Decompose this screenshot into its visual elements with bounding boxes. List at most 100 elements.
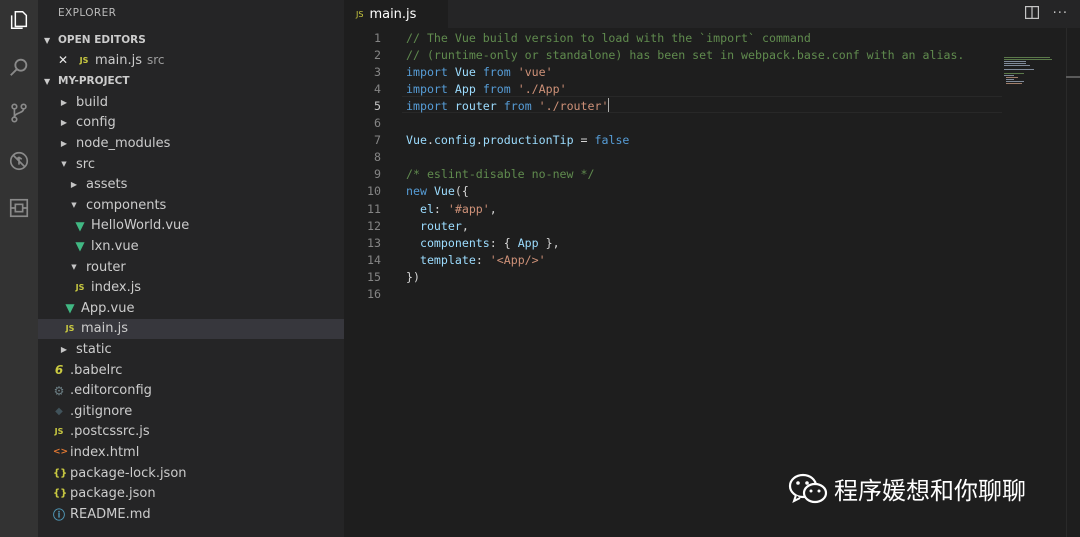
tab-bar: JS main.js ··· bbox=[344, 0, 1080, 28]
close-icon[interactable]: ✕ bbox=[57, 53, 69, 67]
line-number: 3 bbox=[374, 65, 381, 80]
tree-item[interactable]: ⓘ README.md bbox=[38, 504, 344, 525]
code-token: App bbox=[517, 235, 539, 250]
code-token: productionTip bbox=[482, 133, 574, 148]
tree-item[interactable]: 6 .babelrc bbox=[38, 360, 344, 381]
chevron-right-icon: ▶ bbox=[60, 138, 68, 148]
code-line: 13 components: { App }, bbox=[344, 235, 1004, 252]
code-token: false bbox=[594, 133, 630, 148]
tree-item[interactable]: ◆ .gitignore bbox=[38, 401, 344, 422]
json-file-icon: {} bbox=[53, 467, 68, 479]
tree-item[interactable]: ▼ lxn.vue bbox=[38, 236, 344, 257]
line-number: 6 bbox=[374, 116, 381, 131]
tree-item[interactable]: ▼ router bbox=[38, 257, 344, 278]
extensions-icon[interactable] bbox=[0, 190, 38, 226]
debug-icon[interactable] bbox=[0, 143, 38, 179]
code-line: 7 Vue.config.productionTip = false bbox=[344, 132, 1004, 149]
code-token: import bbox=[406, 82, 448, 97]
code-editor[interactable]: 1 // The Vue build version to load with t… bbox=[344, 28, 1080, 537]
code-line: 16 bbox=[344, 286, 1004, 303]
tree-item[interactable]: JS main.js bbox=[38, 318, 344, 340]
code-token: , bbox=[461, 218, 469, 233]
minimap[interactable] bbox=[1004, 56, 1052, 86]
line-number: 7 bbox=[374, 133, 381, 148]
tree-item-label: package.json bbox=[70, 486, 156, 502]
code-token: './App' bbox=[517, 82, 567, 97]
line-number: 4 bbox=[374, 82, 381, 97]
open-editor-name: main.js bbox=[95, 52, 142, 68]
open-editor-path: src bbox=[147, 53, 165, 68]
source-control-icon[interactable] bbox=[0, 95, 38, 131]
tree-item[interactable]: ⚙ .editorconfig bbox=[38, 380, 344, 401]
tree-item-label: index.js bbox=[91, 280, 142, 296]
code-token: : { bbox=[489, 235, 518, 250]
tree-item-label: main.js bbox=[81, 321, 128, 337]
chevron-down-icon: ▼ bbox=[44, 76, 51, 86]
code-line: 1 // The Vue build version to load with t… bbox=[344, 30, 1004, 47]
tree-item[interactable]: {} package.json bbox=[38, 483, 344, 504]
line-number: 12 bbox=[367, 218, 381, 233]
explorer-sidebar: EXPLORER ▼ OPEN EDITORS ✕ JS main.js src… bbox=[38, 0, 344, 537]
tree-item-label: static bbox=[76, 341, 112, 357]
line-number: 2 bbox=[374, 48, 381, 63]
code-token: , bbox=[489, 201, 497, 216]
tree-item[interactable]: ▼ HelloWorld.vue bbox=[38, 216, 344, 237]
code-line: 15}) bbox=[344, 269, 1004, 286]
code-line: 12 router, bbox=[344, 218, 1004, 235]
tree-item[interactable]: ▼ src bbox=[38, 154, 344, 175]
code-token: : bbox=[475, 252, 490, 267]
project-header[interactable]: ▼ MY-PROJECT bbox=[38, 71, 344, 91]
tree-item[interactable]: JS index.js bbox=[38, 277, 344, 298]
tree-item[interactable]: {} package-lock.json bbox=[38, 463, 344, 484]
explorer-title: EXPLORER bbox=[58, 7, 117, 19]
split-editor-icon[interactable] bbox=[1024, 6, 1039, 23]
vertical-scrollbar[interactable] bbox=[1066, 28, 1080, 537]
tree-item[interactable]: JS .postcssrc.js bbox=[38, 422, 344, 443]
tree-item-label: .babelrc bbox=[70, 362, 123, 378]
code-token: /* eslint-disable no-new */ bbox=[406, 167, 595, 182]
tree-item[interactable]: ▼ components bbox=[38, 195, 344, 216]
chevron-right-icon: ▶ bbox=[60, 118, 68, 128]
code-token: from bbox=[482, 65, 511, 80]
more-actions-icon[interactable]: ··· bbox=[1053, 6, 1068, 23]
chevron-right-icon: ▶ bbox=[60, 97, 68, 107]
code-token: // The Vue build version to load with th… bbox=[406, 31, 811, 45]
tree-item[interactable]: ▶ node_modules bbox=[38, 133, 344, 154]
tree-item-label: .gitignore bbox=[70, 403, 133, 419]
line-number: 8 bbox=[374, 150, 381, 165]
wechat-logo-icon bbox=[788, 473, 828, 503]
tree-item[interactable]: <> index.html bbox=[38, 442, 344, 463]
code-token: = bbox=[573, 133, 595, 148]
open-editors-header[interactable]: ▼ OPEN EDITORS bbox=[38, 30, 344, 50]
line-number: 5 bbox=[374, 99, 381, 114]
files-icon[interactable] bbox=[0, 2, 38, 38]
line-number: 11 bbox=[367, 201, 381, 216]
tree-item[interactable]: ▼ App.vue bbox=[38, 298, 344, 319]
babel-file-icon: 6 bbox=[54, 363, 64, 378]
cursor-marker bbox=[1066, 76, 1080, 78]
search-icon[interactable] bbox=[0, 49, 38, 85]
code-token: router bbox=[406, 218, 462, 233]
code-token: components bbox=[406, 235, 490, 250]
tree-item[interactable]: ▶ build bbox=[38, 92, 344, 113]
open-editor-item[interactable]: ✕ JS main.js src bbox=[38, 50, 344, 71]
code-line: 2 // (runtime-only or standalone) has bee… bbox=[344, 47, 1004, 64]
line-number: 1 bbox=[374, 31, 381, 45]
tab-main-js[interactable]: JS main.js bbox=[344, 0, 448, 28]
tree-item[interactable]: ▶ static bbox=[38, 339, 344, 360]
watermark-text: 程序媛想和你聊聊 bbox=[834, 477, 1026, 505]
code-token: }) bbox=[406, 269, 420, 284]
code-line: 10 new Vue({ bbox=[344, 183, 1004, 200]
code-line: 3 import Vue from 'vue' bbox=[344, 64, 1004, 81]
chevron-down-icon: ▼ bbox=[61, 160, 67, 169]
js-file-icon: JS bbox=[75, 283, 85, 293]
line-number: 10 bbox=[367, 184, 381, 199]
tree-item[interactable]: ▶ config bbox=[38, 113, 344, 134]
code-token: '<App/>' bbox=[489, 252, 546, 267]
js-file-icon: JS bbox=[54, 427, 64, 437]
tree-item[interactable]: ▶ assets bbox=[38, 174, 344, 195]
